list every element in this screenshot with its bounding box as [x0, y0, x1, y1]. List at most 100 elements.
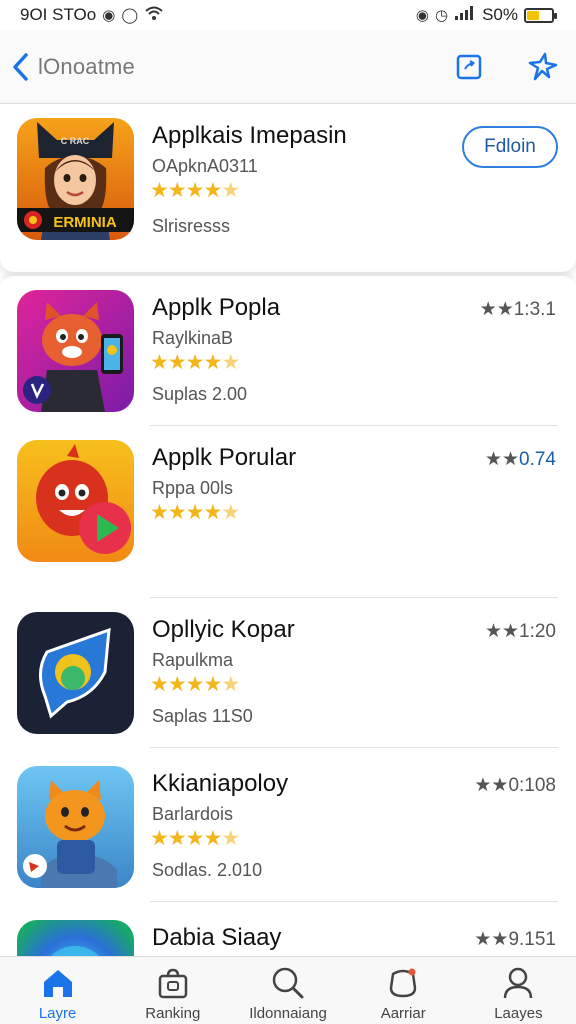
blue-orb-icon	[17, 920, 134, 956]
follow-button[interactable]: Fdloin	[462, 126, 558, 168]
sparkle-icon	[528, 52, 558, 80]
notification-icon	[383, 965, 423, 1001]
app-name: Applkais Imepasin	[152, 122, 347, 149]
row-divider	[150, 747, 558, 748]
favorite-button[interactable]	[526, 50, 560, 84]
app-meta: Sodlas. 2.010	[152, 860, 263, 880]
tab-label: Ildonnaiang	[249, 1005, 327, 1022]
tab-profile[interactable]: Laayes	[461, 957, 576, 1024]
star-full-icon: ★	[203, 827, 222, 850]
tab-label: Layre	[38, 1005, 77, 1022]
bag-icon	[153, 965, 193, 1001]
chat-bubble-icon	[17, 612, 134, 734]
battery-percentage: S0%	[482, 5, 518, 24]
list-item[interactable]: Applk Popla RaylkinaB ★★★★★ Suplas 2.00 …	[0, 276, 576, 426]
app-name: Applk Popla	[152, 294, 281, 321]
app-meta: Saplas 11S0	[152, 706, 253, 726]
share-button[interactable]	[452, 50, 486, 84]
star-full-icon: ★	[203, 673, 222, 696]
star-full-icon: ★	[150, 673, 169, 696]
list-item[interactable]: Dabia Siaay ★★9.151	[0, 906, 576, 956]
tab-ranking[interactable]: Ranking	[115, 957, 230, 1024]
star-rating: ★★★★★	[150, 672, 240, 697]
star-full-icon: ★	[167, 673, 187, 696]
star-half-icon: ★	[221, 351, 240, 374]
app-developer: OApknA0311	[152, 156, 258, 176]
red-blob-icon	[17, 440, 134, 562]
nav-actions	[452, 50, 560, 84]
wifi-icon	[144, 5, 164, 26]
star-full-icon: ★	[185, 827, 205, 850]
featured-app-row[interactable]: C RAC ERMINIA Applkais Imepasin OApknA03…	[0, 104, 576, 254]
star-full-icon: ★	[150, 179, 169, 202]
star-rating: ★★★★★	[150, 826, 240, 851]
star-full-icon: ★	[150, 501, 169, 524]
clock-icon: ◷	[434, 7, 449, 24]
battery-icon	[524, 7, 557, 23]
icon-banner-text: C RAC	[61, 136, 90, 146]
tab-home[interactable]: Layre	[0, 957, 115, 1024]
signal-icon	[454, 5, 476, 26]
icon-text: ERMINIA	[53, 214, 117, 231]
app-developer: Barlardois	[152, 804, 234, 824]
red-fox-icon	[17, 290, 134, 412]
tab-notifications[interactable]: Aarriar	[346, 957, 461, 1024]
status-time: 9OI STOo	[20, 5, 97, 24]
alarm-icon: ◉	[415, 7, 429, 24]
app-rank: ★★0:108	[474, 775, 556, 796]
app-name: Applk Porular	[152, 444, 297, 471]
app-developer: Rppa 00ls	[152, 478, 234, 498]
star-half-icon: ★	[221, 827, 240, 850]
star-full-icon: ★	[150, 827, 169, 850]
chevron-left-icon	[13, 52, 28, 81]
star-full-icon: ★	[203, 351, 222, 374]
back-label: lOnoatme	[38, 53, 135, 79]
star-rating: ★★★★★	[150, 350, 240, 375]
share-icon	[456, 54, 482, 79]
app-developer: RaylkinaB	[152, 328, 234, 348]
user-icon	[498, 965, 538, 1001]
app-list: Applk Popla RaylkinaB ★★★★★ Suplas 2.00 …	[0, 276, 576, 956]
warrior-icon: C RAC ERMINIA	[17, 118, 134, 240]
star-full-icon: ★	[185, 501, 205, 524]
app-meta: Suplas 2.00	[152, 384, 248, 404]
list-item[interactable]: Kkianiapoloy Barlardois ★★★★★ Sodlas. 2.…	[0, 752, 576, 902]
row-divider	[150, 901, 558, 902]
battery-level	[527, 10, 539, 20]
star-full-icon: ★	[185, 351, 205, 374]
navigation-bar: lOnoatme	[0, 30, 576, 104]
status-left: 9OI STOo ◉ ◯	[20, 5, 164, 26]
star-full-icon: ★	[185, 179, 205, 202]
app-name: Kkianiapoloy	[152, 770, 289, 797]
tab-label: Ranking	[145, 1005, 201, 1022]
app-developer: Rapulkma	[152, 650, 234, 670]
star-half-icon: ★	[221, 179, 240, 202]
star-full-icon: ★	[150, 351, 169, 374]
star-full-icon: ★	[203, 501, 222, 524]
orange-cat-icon	[17, 766, 134, 888]
app-name: Opllyic Kopar	[152, 616, 295, 643]
star-full-icon: ★	[167, 827, 187, 850]
app-rank: ★★1:3.1	[479, 299, 556, 320]
back-button[interactable]: lOnoatme	[10, 52, 135, 82]
search-icon	[268, 965, 308, 1001]
star-half-icon: ★	[221, 673, 240, 696]
notification-icon: ◉	[102, 7, 116, 24]
tab-label: Laayes	[494, 1005, 543, 1022]
star-rating: ★★★★★	[150, 178, 240, 203]
list-item[interactable]: Opllyic Kopar Rapulkma ★★★★★ Saplas 11S0…	[0, 598, 576, 748]
star-full-icon: ★	[167, 179, 187, 202]
list-item[interactable]: Applk Porular Rppa 00ls ★★★★★ ★★0.74	[0, 426, 576, 598]
tab-label: Aarriar	[380, 1005, 426, 1022]
star-full-icon: ★	[203, 179, 222, 202]
featured-app-card[interactable]: C RAC ERMINIA Applkais Imepasin OApknA03…	[0, 104, 576, 272]
app-name: Dabia Siaay	[152, 924, 282, 951]
app-rank: ★★1:20	[484, 621, 556, 642]
rank-value: 0.74	[519, 449, 556, 470]
star-half-icon: ★	[221, 501, 240, 524]
sync-icon: ◯	[121, 7, 139, 24]
tab-search[interactable]: Ildonnaiang	[230, 957, 345, 1024]
rank-stars: ★★	[484, 449, 520, 470]
app-rank: ★★9.151	[474, 929, 556, 950]
home-icon	[38, 965, 78, 1001]
